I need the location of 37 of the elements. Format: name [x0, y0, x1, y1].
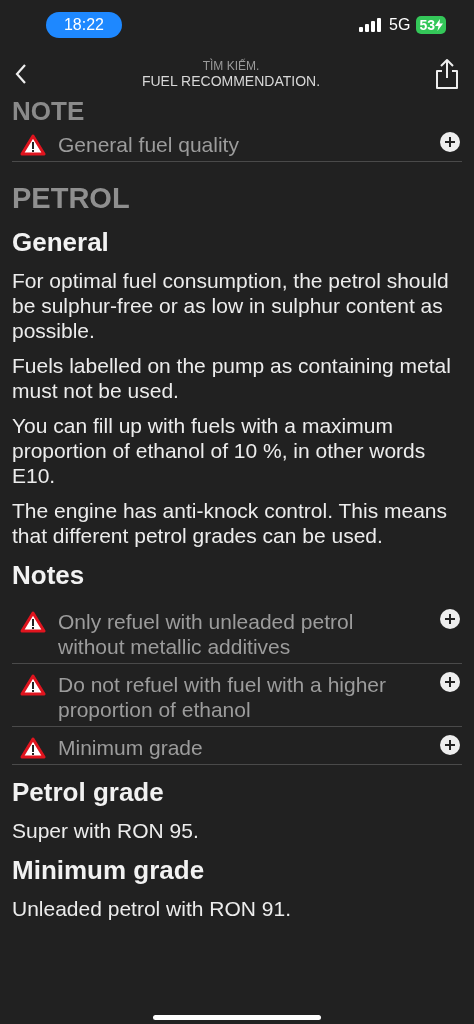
- warning-icon: [20, 737, 46, 759]
- expand-button[interactable]: [440, 132, 460, 152]
- header-subtitle: TÌM KIẾM.: [202, 59, 260, 73]
- charging-icon: [435, 19, 443, 31]
- share-button[interactable]: [434, 58, 460, 90]
- network-label: 5G: [389, 16, 411, 34]
- section-heading: NOTE: [12, 98, 85, 124]
- warning-icon: [20, 611, 46, 633]
- note-title: Minimum grade: [58, 735, 204, 760]
- warning-icon: [20, 674, 46, 696]
- note-title: General fuel quality: [58, 132, 240, 157]
- paragraph: For optimal fuel consumption, the petrol should be sulphur-free or as low in sulphur content as possible.: [12, 268, 450, 343]
- category-heading: PETROL: [12, 182, 131, 215]
- paragraph: You can fill up with fuels with a maximum proportion of ethanol of 10 %, in other words E10.: [12, 413, 427, 488]
- expand-button[interactable]: [440, 672, 460, 692]
- battery-indicator: 53: [416, 16, 446, 34]
- expand-button[interactable]: [440, 735, 460, 755]
- paragraph: Unleaded petrol with RON 91.: [12, 896, 292, 921]
- back-button[interactable]: [14, 63, 28, 85]
- paragraph: Fuels labelled on the pump as containing metal must not be used.: [12, 353, 452, 403]
- expand-button[interactable]: [440, 609, 460, 629]
- note-row[interactable]: General fuel quality: [12, 124, 462, 162]
- section-heading: Notes: [12, 560, 86, 591]
- paragraph: Super with RON 95.: [12, 818, 200, 843]
- status-time: 18:22: [46, 12, 122, 38]
- note-title: Only refuel with unleaded petrol without metallic additives: [58, 609, 355, 659]
- note-row[interactable]: Only refuel with unleaded petrol without metallic additives: [12, 601, 462, 664]
- note-title: Do not refuel with fuel with a higher proportion of ethanol: [58, 672, 387, 722]
- section-heading: General: [12, 227, 110, 258]
- note-row[interactable]: Minimum grade: [12, 727, 462, 765]
- warning-icon: [20, 134, 46, 156]
- header-title: FUEL RECOMMENDATION.: [141, 73, 321, 89]
- section-heading: Petrol grade: [12, 777, 165, 808]
- paragraph: The engine has anti-knock control. This means that different petrol grades can be used.: [12, 498, 448, 548]
- note-row[interactable]: Do not refuel with fuel with a higher proportion of ethanol: [12, 664, 462, 727]
- section-heading: Minimum grade: [12, 855, 206, 886]
- signal-icon: [359, 18, 384, 32]
